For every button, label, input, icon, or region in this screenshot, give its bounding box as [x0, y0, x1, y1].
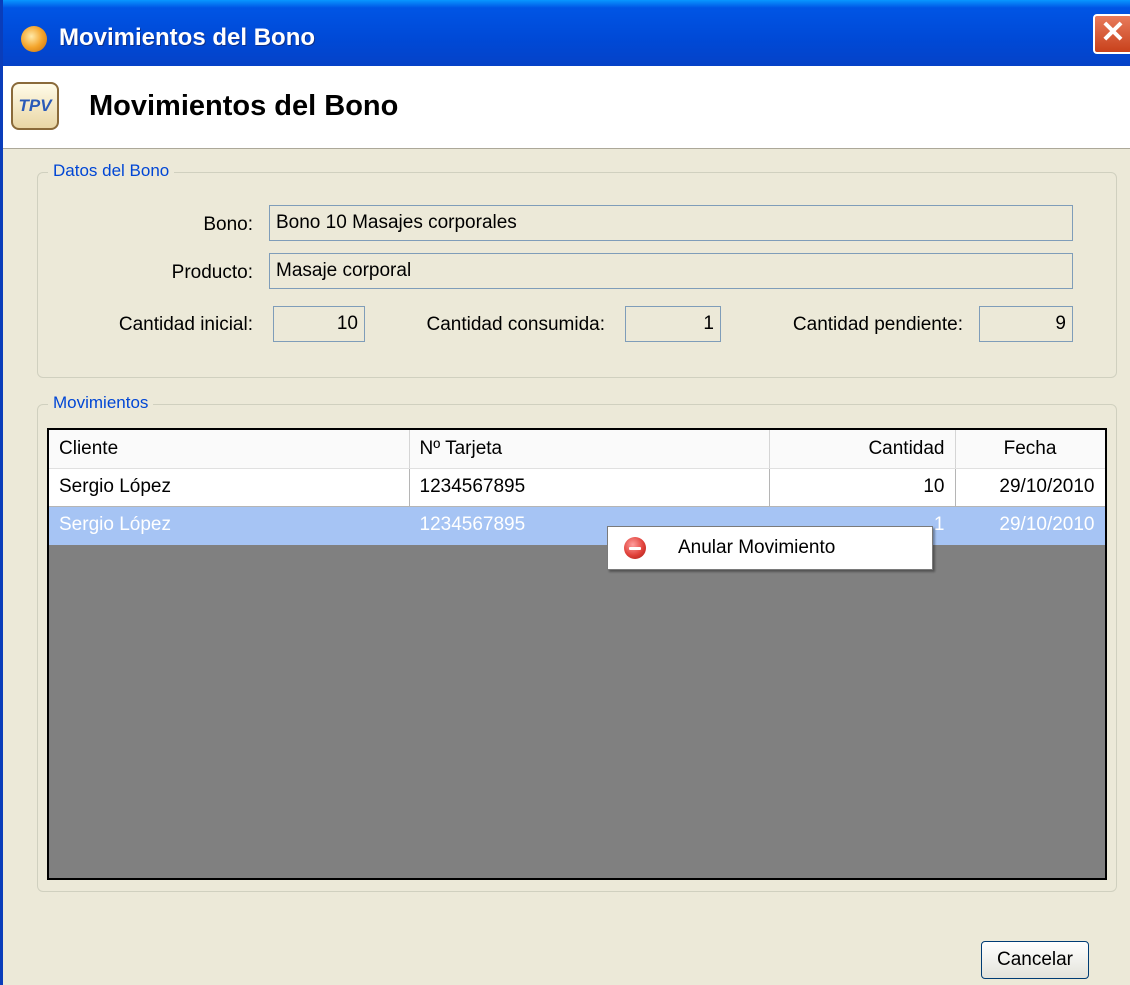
tpv-logo-icon: TPV: [11, 82, 59, 130]
menu-item-label: Anular Movimiento: [678, 537, 836, 558]
app-icon: [21, 26, 47, 52]
close-button[interactable]: ✕: [1093, 14, 1130, 54]
dialog-header: TPV Movimientos del Bono: [3, 66, 1130, 149]
cantidad-consumida-field[interactable]: 1: [625, 306, 721, 342]
cell-fecha: 29/10/2010: [955, 468, 1105, 507]
cancel-button[interactable]: Cancelar: [981, 941, 1089, 979]
column-header-fecha[interactable]: Fecha: [955, 430, 1105, 469]
table-row-selected[interactable]: Sergio López 1234567895 1 29/10/2010: [49, 506, 1105, 545]
movimientos-table: Cliente Nº Tarjeta Cantidad Fecha Sergio…: [49, 430, 1105, 545]
grid-header-row: Cliente Nº Tarjeta Cantidad Fecha: [49, 430, 1105, 469]
cantidad-inicial-field[interactable]: 10: [273, 306, 365, 342]
cell-cliente: Sergio López: [49, 506, 410, 545]
title-bar[interactable]: Movimientos del Bono ✕: [3, 0, 1130, 66]
context-menu: Anular Movimiento: [607, 526, 933, 570]
column-header-tarjeta[interactable]: Nº Tarjeta: [409, 430, 770, 469]
bono-field[interactable]: Bono 10 Masajes corporales: [269, 205, 1073, 241]
cantidad-inicial-label: Cantidad inicial:: [118, 314, 253, 335]
page-title: Movimientos del Bono: [89, 90, 399, 122]
cell-fecha: 29/10/2010: [955, 506, 1105, 545]
menu-item-anular-movimiento[interactable]: Anular Movimiento: [608, 527, 932, 569]
remove-icon: [624, 537, 646, 559]
producto-field[interactable]: Masaje corporal: [269, 253, 1073, 289]
movimientos-legend: Movimientos: [48, 393, 154, 413]
table-row[interactable]: Sergio López 1234567895 10 29/10/2010: [49, 468, 1105, 507]
cell-tarjeta: 1234567895: [409, 468, 770, 507]
cell-cantidad: 10: [769, 468, 956, 507]
bono-label: Bono:: [203, 214, 253, 235]
cantidad-pendiente-field[interactable]: 9: [979, 306, 1073, 342]
cell-cliente: Sergio López: [49, 468, 410, 507]
cantidad-pendiente-label: Cantidad pendiente:: [792, 314, 963, 335]
cantidad-consumida-label: Cantidad consumida:: [426, 314, 606, 335]
producto-label: Producto:: [171, 262, 253, 283]
movimientos-grid[interactable]: Cliente Nº Tarjeta Cantidad Fecha Sergio…: [47, 428, 1107, 880]
window-title: Movimientos del Bono: [59, 24, 316, 51]
column-header-cantidad[interactable]: Cantidad: [769, 430, 956, 469]
dialog-window: Movimientos del Bono ✕ TPV Movimientos d…: [0, 0, 1130, 985]
datos-del-bono-legend: Datos del Bono: [48, 161, 175, 181]
column-header-cliente[interactable]: Cliente: [49, 430, 410, 469]
